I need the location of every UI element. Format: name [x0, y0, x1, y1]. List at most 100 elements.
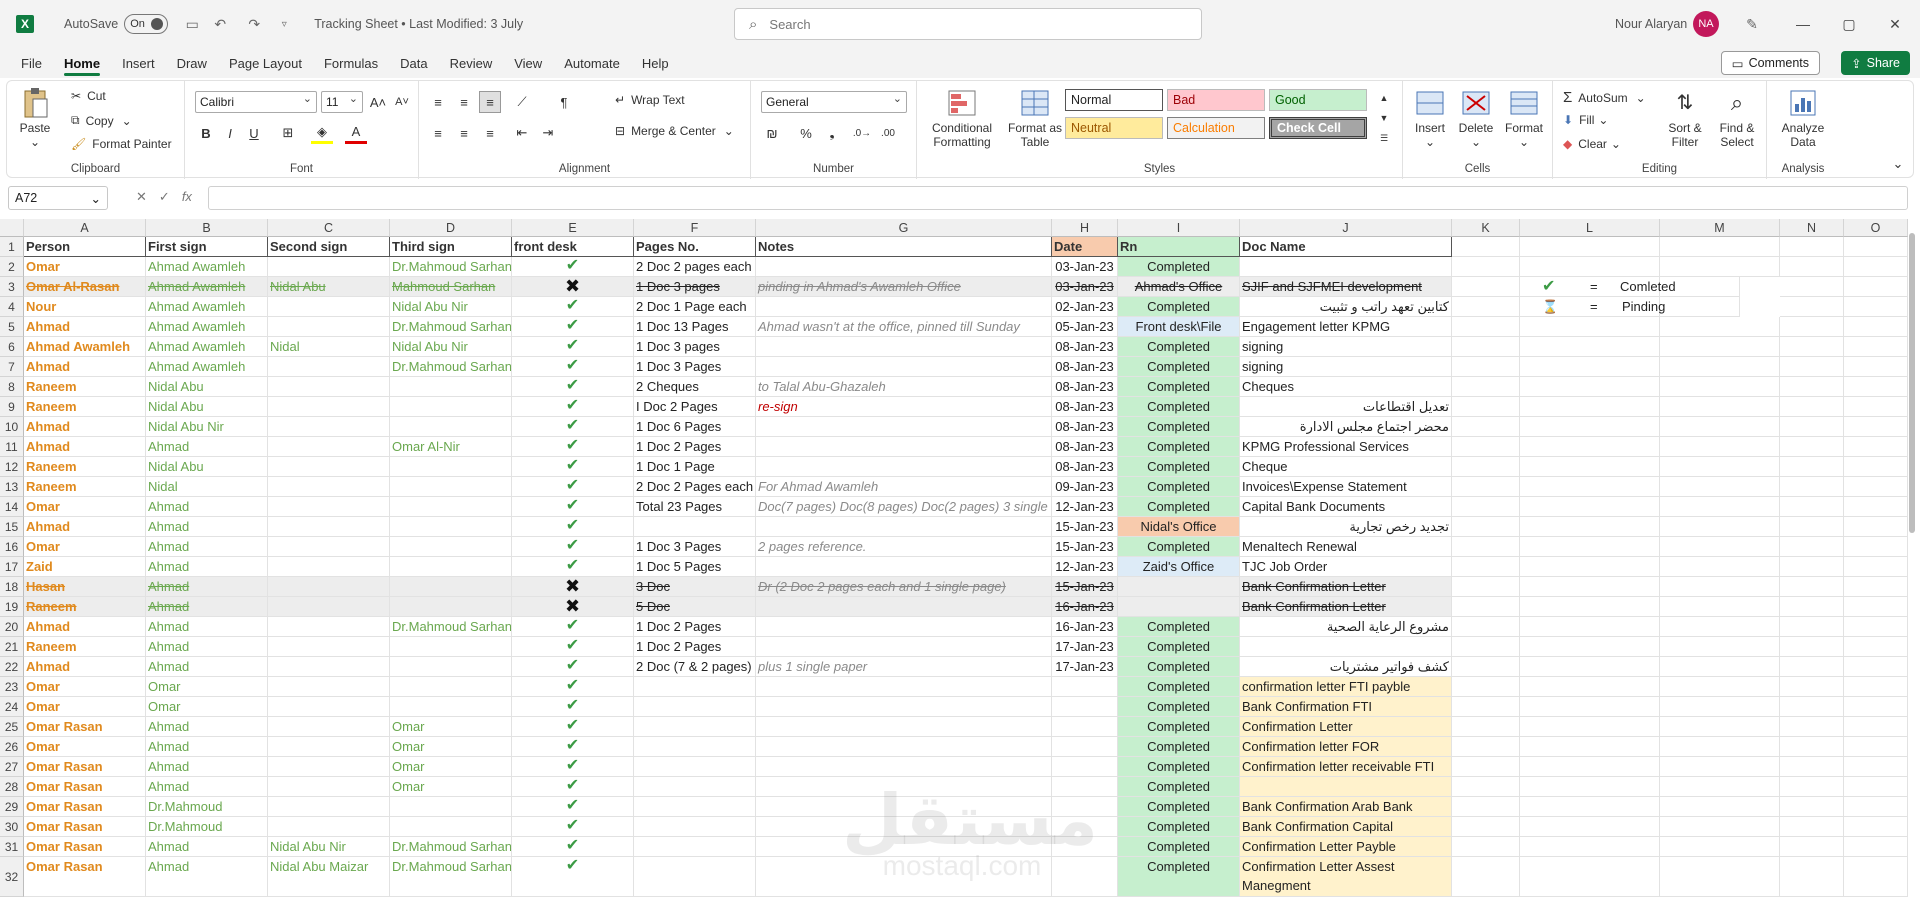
header-doc-name[interactable]: Doc Name: [1240, 237, 1452, 257]
select-all-corner[interactable]: [0, 219, 24, 237]
decrease-indent-icon[interactable]: ⇤: [511, 122, 533, 144]
check-icon[interactable]: ✔: [512, 757, 634, 777]
cell-third-sign[interactable]: [390, 497, 512, 517]
cell[interactable]: [1844, 237, 1908, 257]
cell-doc-name[interactable]: Invoices\Expense Statement: [1240, 477, 1452, 497]
cell-notes[interactable]: re-sign: [756, 397, 1052, 417]
column-header-n[interactable]: N: [1780, 219, 1844, 237]
cell[interactable]: [1780, 717, 1844, 737]
cell[interactable]: [1844, 497, 1908, 517]
cell[interactable]: [1844, 337, 1908, 357]
cell[interactable]: [1452, 577, 1520, 597]
cell-first-sign[interactable]: Ahmad: [146, 517, 268, 537]
comments-button[interactable]: ▭ Comments: [1720, 51, 1820, 75]
cell-person[interactable]: Omar Rasan: [24, 837, 146, 857]
cell[interactable]: [1844, 297, 1908, 317]
cell-second-sign[interactable]: [268, 437, 390, 457]
cell-second-sign[interactable]: [268, 457, 390, 477]
cell-rn[interactable]: Completed: [1118, 757, 1240, 777]
orientation-icon[interactable]: ⟋: [511, 91, 533, 113]
cell-third-sign[interactable]: Dr.Mahmoud Sarhan: [390, 837, 512, 857]
cell[interactable]: [1452, 777, 1520, 797]
cell[interactable]: [1660, 737, 1780, 757]
cell-person[interactable]: Raneem: [24, 477, 146, 497]
cell-first-sign[interactable]: Ahmad: [146, 777, 268, 797]
enter-icon[interactable]: ✓: [159, 189, 170, 205]
cell-date[interactable]: 16-Jan-23: [1052, 597, 1118, 617]
copy-button[interactable]: ⧉ Copy ⌄: [71, 113, 132, 128]
cell-doc-name[interactable]: Cheques: [1240, 377, 1452, 397]
cell-pages-no[interactable]: [634, 697, 756, 717]
cell[interactable]: [1660, 457, 1780, 477]
column-header-f[interactable]: F: [634, 219, 756, 237]
cell-first-sign[interactable]: Ahmad Awamleh: [146, 317, 268, 337]
cell[interactable]: [1844, 757, 1908, 777]
cell[interactable]: [1520, 237, 1660, 257]
cell[interactable]: [1780, 237, 1844, 257]
cell-first-sign[interactable]: Nidal: [146, 477, 268, 497]
cell-notes[interactable]: [756, 737, 1052, 757]
cell-first-sign[interactable]: Omar: [146, 677, 268, 697]
cell[interactable]: [1520, 797, 1660, 817]
align-top-icon[interactable]: ≡: [427, 91, 449, 113]
cell[interactable]: [1780, 857, 1844, 897]
cell[interactable]: [1520, 677, 1660, 697]
cell-rn[interactable]: Completed: [1118, 357, 1240, 377]
cell-rn[interactable]: Completed: [1118, 857, 1240, 897]
decrease-font-icon[interactable]: A˅: [391, 91, 413, 113]
cell-first-sign[interactable]: Ahmad: [146, 537, 268, 557]
paste-button[interactable]: Paste ⌄: [19, 87, 51, 149]
cut-button[interactable]: ✂ Cut: [71, 89, 106, 103]
cell[interactable]: [1520, 657, 1660, 677]
cell-person[interactable]: Omar Rasan: [24, 817, 146, 837]
cell[interactable]: [1520, 817, 1660, 837]
cell-rn[interactable]: Completed: [1118, 837, 1240, 857]
cell-pages-no[interactable]: Total 23 Pages: [634, 497, 756, 517]
cell-second-sign[interactable]: [268, 717, 390, 737]
cell-third-sign[interactable]: Omar: [390, 757, 512, 777]
cell-rn[interactable]: Completed: [1118, 777, 1240, 797]
cell-third-sign[interactable]: [390, 797, 512, 817]
column-header-i[interactable]: I: [1118, 219, 1240, 237]
cell-notes[interactable]: [756, 257, 1052, 277]
cell-pages-no[interactable]: 1 Doc 2 Pages: [634, 617, 756, 637]
border-icon[interactable]: ⊞: [277, 122, 299, 144]
percent-icon[interactable]: %: [795, 122, 817, 144]
cell-rn[interactable]: Completed: [1118, 497, 1240, 517]
cell-third-sign[interactable]: [390, 457, 512, 477]
cell-pages-no[interactable]: 1 Doc 2 Pages: [634, 637, 756, 657]
comma-icon[interactable]: ❟: [821, 122, 843, 144]
cell[interactable]: [1660, 417, 1780, 437]
cell[interactable]: [1780, 777, 1844, 797]
cell[interactable]: [1660, 357, 1780, 377]
cell[interactable]: [1660, 517, 1780, 537]
cell[interactable]: [1780, 297, 1844, 317]
cell[interactable]: [1660, 577, 1780, 597]
cell-doc-name[interactable]: Bank Confirmation FTI: [1240, 697, 1452, 717]
cell[interactable]: [1844, 577, 1908, 597]
cell-doc-name[interactable]: Confirmation letter FOR: [1240, 737, 1452, 757]
cell-third-sign[interactable]: [390, 477, 512, 497]
row-header-8[interactable]: 8: [0, 377, 24, 397]
cell-second-sign[interactable]: [268, 417, 390, 437]
cell-third-sign[interactable]: [390, 637, 512, 657]
cell-first-sign[interactable]: Ahmad Awamleh: [146, 337, 268, 357]
cell[interactable]: [1520, 717, 1660, 737]
increase-indent-icon[interactable]: ⇥: [537, 122, 559, 144]
cell-date[interactable]: 05-Jan-23: [1052, 317, 1118, 337]
cell-date[interactable]: 12-Jan-23: [1052, 497, 1118, 517]
cell-notes[interactable]: [756, 357, 1052, 377]
check-icon[interactable]: ✔: [512, 417, 634, 437]
cell-doc-name[interactable]: كتابين تعهد راتب و تثبيت: [1240, 297, 1452, 317]
cell-date[interactable]: [1052, 697, 1118, 717]
check-icon[interactable]: ✔: [512, 437, 634, 457]
cell-third-sign[interactable]: Dr.Mahmoud Sarhan: [390, 857, 512, 897]
cell-doc-name[interactable]: [1240, 257, 1452, 277]
row-header-12[interactable]: 12: [0, 457, 24, 477]
cell-rn[interactable]: Completed: [1118, 377, 1240, 397]
cell-third-sign[interactable]: [390, 657, 512, 677]
row-header-18[interactable]: 18: [0, 577, 24, 597]
cell-first-sign[interactable]: Ahmad: [146, 657, 268, 677]
cell-pages-no[interactable]: [634, 757, 756, 777]
row-header-3[interactable]: 3: [0, 277, 24, 297]
